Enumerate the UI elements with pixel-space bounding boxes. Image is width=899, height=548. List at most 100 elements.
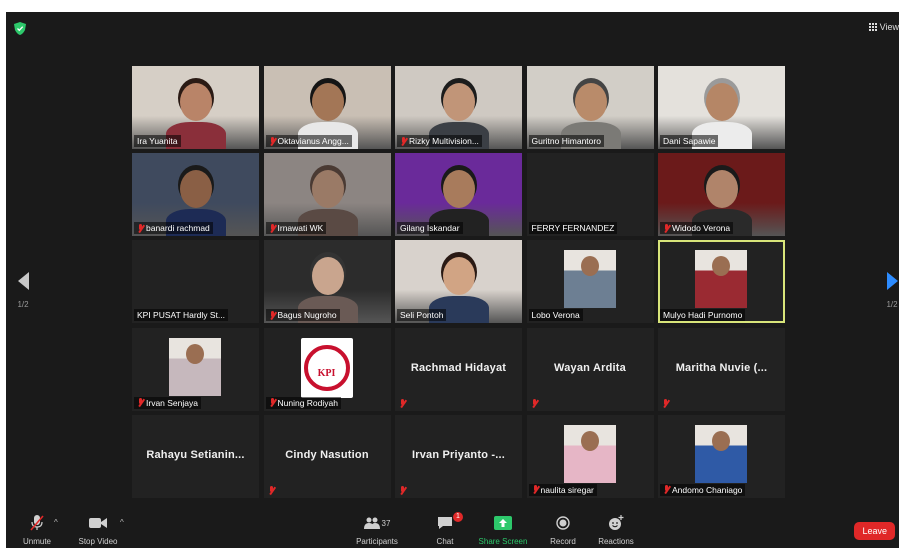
chevron-left-icon bbox=[17, 272, 29, 290]
kpi-logo-text: KPI bbox=[317, 368, 336, 380]
participant-video-face bbox=[443, 83, 475, 121]
participant-tile[interactable]: Guritno Himantoro bbox=[526, 66, 654, 149]
participant-tile[interactable]: Seli Pontoh bbox=[395, 240, 522, 324]
participant-tile[interactable]: Widodo Verona bbox=[658, 153, 785, 237]
microphone-muted-icon bbox=[531, 398, 538, 408]
participant-tile[interactable]: Ira Yuanita bbox=[132, 66, 259, 149]
previous-page-button[interactable]: 1/2 bbox=[12, 272, 34, 309]
participant-display-name: Wayan Ardita bbox=[554, 361, 626, 374]
participant-name-label: Seli Pontoh bbox=[397, 309, 447, 322]
participant-name: Oktavianus Angg... bbox=[277, 136, 349, 146]
profile-picture-face bbox=[712, 430, 730, 451]
share-screen-button[interactable]: Share Screen bbox=[478, 514, 528, 546]
participant-video-face bbox=[180, 170, 212, 209]
participant-tile[interactable]: Rachmad Hidayat bbox=[395, 327, 522, 411]
video-options-caret-icon[interactable]: ^ bbox=[120, 518, 124, 527]
participant-tile[interactable]: Wayan Ardita bbox=[526, 327, 654, 411]
record-button[interactable]: Record bbox=[546, 514, 580, 546]
meeting-window: View 1/2 1/2 Ira Yuanita Oktavianus Angg.… bbox=[6, 12, 899, 548]
participant-name: Lobo Verona bbox=[531, 310, 580, 321]
chat-bubble-icon bbox=[438, 517, 452, 529]
record-icon bbox=[556, 516, 570, 530]
participant-name-label: Widodo Verona bbox=[660, 222, 734, 235]
microphone-muted-icon bbox=[269, 310, 276, 320]
participant-tile[interactable]: Gilang Iskandar bbox=[395, 153, 522, 237]
participant-tile[interactable]: KPI Nuning Rodiyah bbox=[263, 327, 391, 411]
microphone-muted-icon bbox=[663, 223, 670, 233]
reactions-label: Reactions bbox=[598, 537, 634, 546]
stop-video-button[interactable]: Stop Video bbox=[76, 514, 120, 546]
participant-name-label: Irvan Senjaya bbox=[134, 396, 201, 409]
participant-name: Irnawati WK bbox=[277, 223, 324, 234]
participant-tile[interactable]: Irvan Priyanto -... bbox=[395, 414, 522, 498]
video-camera-icon bbox=[89, 518, 107, 528]
profile-picture bbox=[695, 250, 747, 309]
participant-name-label: Bagus Nugroho bbox=[265, 309, 340, 322]
participant-name-label: Dani Sapawie bbox=[660, 135, 719, 147]
profile-picture-face bbox=[580, 430, 599, 451]
profile-picture-face bbox=[580, 256, 599, 277]
participant-name-label: banardi rachmad bbox=[134, 222, 213, 235]
participant-name-label: naulita siregar bbox=[528, 483, 597, 496]
leave-button[interactable]: Leave bbox=[854, 522, 895, 540]
microphone-muted-icon bbox=[399, 485, 406, 495]
participant-tile[interactable]: Maritha Nuvie (... bbox=[658, 327, 785, 411]
chat-unread-badge: 1 bbox=[453, 512, 463, 522]
participant-name: Dani Sapawie bbox=[663, 136, 716, 146]
participant-tile[interactable]: Irnawati WK bbox=[263, 153, 391, 237]
profile-picture: KPI bbox=[300, 337, 353, 398]
participant-name: Nuning Rodiyah bbox=[277, 397, 338, 408]
view-button[interactable]: View bbox=[868, 22, 899, 32]
participant-display-name: Maritha Nuvie (... bbox=[675, 361, 768, 374]
microphone-muted-icon bbox=[137, 398, 144, 407]
participant-name-label: Mulyo Hadi Purnomo bbox=[660, 309, 746, 322]
chat-button[interactable]: 1 Chat bbox=[432, 512, 463, 546]
gallery-grid-icon bbox=[868, 23, 877, 31]
audio-options-caret-icon[interactable]: ^ bbox=[54, 518, 58, 527]
gallery-view: Ira Yuanita Oktavianus Angg... Rizky Multi… bbox=[132, 66, 785, 502]
participant-tile[interactable]: Oktavianus Angg... bbox=[263, 66, 391, 149]
participant-name: banardi rachmad bbox=[146, 223, 210, 234]
next-page-button[interactable]: 1/2 bbox=[881, 272, 899, 309]
participant-video-face bbox=[311, 83, 344, 121]
share-screen-label: Share Screen bbox=[478, 537, 528, 546]
participant-tile[interactable]: FERRY FERNANDEZ bbox=[526, 153, 654, 237]
participant-tile[interactable]: Lobo Verona bbox=[526, 240, 654, 324]
microphone-muted-icon bbox=[269, 398, 276, 407]
participant-tile[interactable]: Andomo Chaniago bbox=[658, 414, 785, 498]
microphone-muted-icon bbox=[400, 136, 407, 146]
microphone-muted-icon bbox=[30, 515, 44, 531]
participant-tile[interactable]: Rizky Multivision... bbox=[395, 66, 522, 149]
stop-video-label: Stop Video bbox=[78, 537, 118, 546]
profile-picture bbox=[695, 424, 747, 483]
participant-tile[interactable]: Bagus Nugroho bbox=[263, 240, 391, 324]
microphone-muted-icon bbox=[532, 485, 539, 494]
participants-button[interactable]: 37 Participants bbox=[354, 514, 400, 546]
participant-video-face bbox=[443, 170, 475, 209]
participant-name-label: Lobo Verona bbox=[528, 309, 583, 322]
security-shield-icon[interactable] bbox=[14, 22, 26, 35]
participant-name: Ira Yuanita bbox=[137, 136, 178, 146]
participant-name-label: Nuning Rodiyah bbox=[265, 396, 341, 409]
participant-tile[interactable]: naulita siregar bbox=[526, 414, 654, 498]
participant-tile[interactable]: Mulyo Hadi Purnomo bbox=[658, 240, 785, 324]
profile-picture bbox=[169, 337, 221, 396]
participant-tile[interactable]: banardi rachmad bbox=[132, 153, 259, 237]
participant-video-face bbox=[311, 170, 344, 209]
reactions-button[interactable]: Reactions bbox=[596, 514, 636, 546]
participant-tile[interactable]: Cindy Nasution bbox=[263, 414, 391, 498]
participant-name-label: KPI PUSAT Hardly St... bbox=[134, 309, 229, 322]
unmute-button[interactable]: Unmute bbox=[20, 514, 54, 546]
participant-name-label: Ira Yuanita bbox=[134, 135, 181, 147]
participant-name: Irvan Senjaya bbox=[146, 397, 198, 408]
participant-tile[interactable]: Rahayu Setianin... bbox=[132, 414, 259, 498]
page-indicator-left: 1/2 bbox=[17, 300, 29, 309]
participant-tile[interactable]: KPI PUSAT Hardly St... bbox=[132, 240, 259, 324]
record-label: Record bbox=[550, 537, 576, 546]
profile-picture-face bbox=[712, 256, 730, 277]
participant-tile[interactable]: Dani Sapawie bbox=[658, 66, 785, 149]
participant-tile[interactable]: Irvan Senjaya bbox=[132, 327, 259, 411]
microphone-muted-icon bbox=[137, 223, 144, 233]
share-screen-icon bbox=[494, 516, 512, 530]
participant-display-name: Cindy Nasution bbox=[285, 448, 369, 461]
